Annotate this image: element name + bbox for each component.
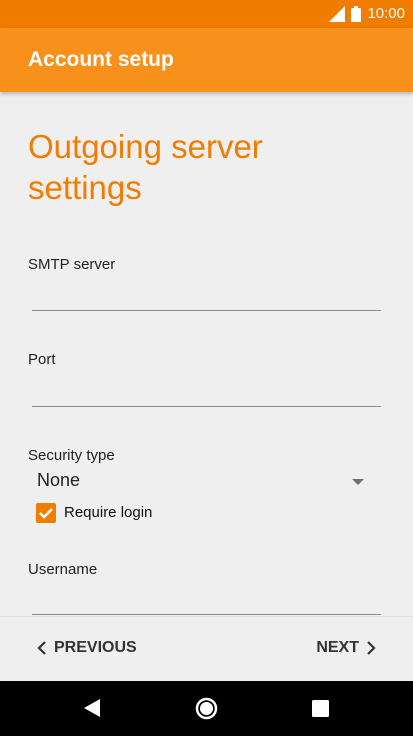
home-icon[interactable] xyxy=(195,697,218,720)
app-bar: Account setup xyxy=(0,28,413,92)
port-label: Port xyxy=(28,351,56,368)
username-label: Username xyxy=(28,561,98,578)
status-time: 10:00 xyxy=(367,5,405,22)
page-title: Outgoing server settings xyxy=(28,128,263,206)
app-bar-title: Account setup xyxy=(28,48,174,71)
previous-label: PREVIOUS xyxy=(54,639,137,656)
smtp-server-label: SMTP server xyxy=(28,256,116,273)
previous-button[interactable]: PREVIOUS xyxy=(36,639,137,657)
back-icon[interactable] xyxy=(83,698,101,718)
security-type-label: Security type xyxy=(28,447,115,464)
bottom-nav-bar: PREVIOUS NEXT xyxy=(0,616,413,682)
port-input[interactable] xyxy=(32,406,381,407)
smtp-server-input[interactable] xyxy=(32,310,381,311)
require-login-label[interactable]: Require login xyxy=(64,504,152,521)
username-input[interactable] xyxy=(32,614,381,615)
chevron-left-icon xyxy=(37,641,46,655)
status-icons: 10:00 xyxy=(329,5,405,23)
dropdown-arrow-icon[interactable] xyxy=(352,479,364,485)
check-icon xyxy=(39,508,53,519)
battery-icon xyxy=(351,6,362,22)
require-login-checkbox[interactable] xyxy=(36,503,56,523)
system-navigation-bar xyxy=(0,681,413,736)
chevron-right-icon xyxy=(367,641,376,655)
signal-icon xyxy=(329,6,346,22)
next-button[interactable]: NEXT xyxy=(316,639,377,657)
next-label: NEXT xyxy=(316,639,359,656)
form-content[interactable]: Outgoing server settings SMTP server Por… xyxy=(0,92,413,616)
status-bar: 10:00 xyxy=(0,0,413,28)
security-type-select[interactable]: None xyxy=(37,470,80,491)
recents-icon[interactable] xyxy=(312,700,329,717)
